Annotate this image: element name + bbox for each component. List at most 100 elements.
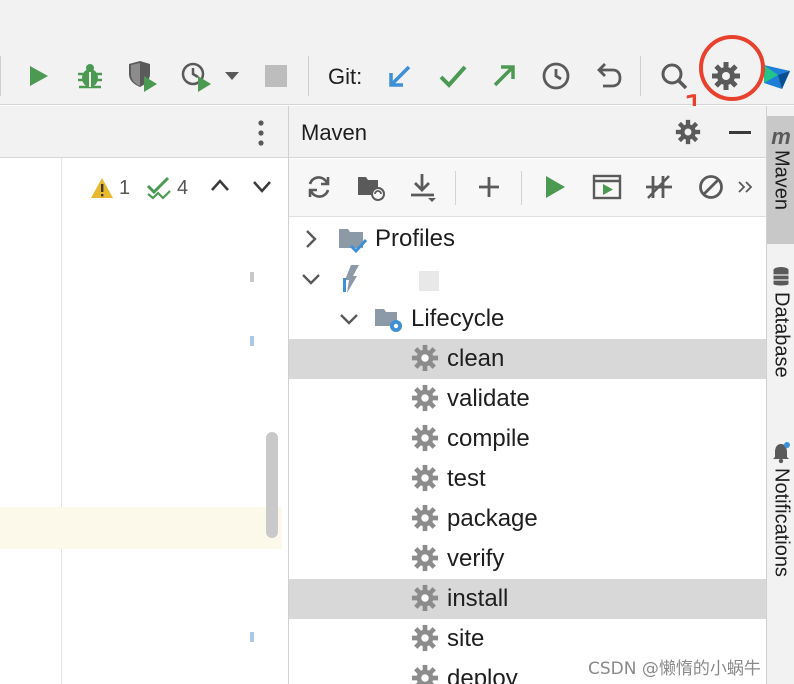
profiles-folder-icon — [339, 229, 367, 254]
editor-header — [0, 106, 288, 158]
tree-label-lifecycle: Lifecycle — [411, 305, 505, 332]
chevron-right-icon[interactable] — [299, 227, 323, 251]
maven-toolbar — [289, 159, 767, 217]
warning-icon — [91, 178, 113, 198]
tab-maven[interactable]: m Maven — [767, 116, 794, 244]
git-label: Git: — [328, 64, 363, 89]
phase-label: compile — [447, 425, 530, 452]
gear-icon — [411, 424, 441, 454]
gear-icon[interactable] — [675, 119, 701, 150]
tree-item-verify[interactable]: verify — [289, 539, 767, 579]
gear-icon — [411, 584, 441, 614]
warning-indicator[interactable]: 1 — [90, 174, 130, 202]
toolbar-separator — [0, 56, 1, 96]
phase-label: install — [447, 585, 509, 612]
gear-icon — [411, 664, 441, 684]
maven-m-icon: m — [771, 124, 791, 149]
tree-item-validate[interactable]: validate — [289, 379, 767, 419]
tree-label-profiles: Profiles — [375, 225, 456, 252]
editor-pane: 1 4 — [0, 106, 288, 684]
toggle-offline-icon[interactable] — [641, 169, 677, 205]
highlighted-line — [0, 507, 282, 549]
execute-goal-icon[interactable] — [589, 169, 625, 205]
download-icon[interactable] — [405, 169, 441, 205]
phase-label: test — [447, 465, 486, 492]
toolbar-separator — [640, 56, 641, 96]
tree-item-clean[interactable]: clean — [289, 339, 767, 379]
maven-title: Maven — [301, 120, 368, 145]
git-update-icon[interactable] — [382, 58, 418, 94]
tree-item-site[interactable]: site — [289, 619, 767, 659]
right-tool-strip: m Maven Database Notifications — [766, 106, 794, 684]
toolbar-separator — [308, 56, 309, 96]
chevron-down-icon[interactable] — [299, 267, 323, 291]
tree-item-project[interactable] — [289, 259, 767, 299]
tab-database[interactable]: Database — [767, 266, 794, 406]
gutter-divider — [61, 158, 62, 684]
stop-icon[interactable] — [258, 58, 294, 94]
phase-label: deploy — [447, 665, 518, 684]
run-maven-build-icon[interactable] — [537, 169, 573, 205]
gear-icon — [411, 624, 441, 654]
redacted-project-name — [419, 271, 439, 291]
history-icon[interactable] — [538, 58, 574, 94]
annotation-circle — [699, 35, 765, 101]
maven-header: Maven — [289, 106, 767, 158]
add-icon[interactable] — [471, 169, 507, 205]
phase-label: site — [447, 625, 485, 652]
git-commit-icon[interactable] — [435, 58, 471, 94]
tree-item-profiles[interactable]: Profiles — [289, 219, 767, 259]
warning-count: 1 — [119, 176, 131, 199]
scroll-marker — [250, 336, 254, 346]
reload-icon[interactable] — [301, 169, 337, 205]
check-count: 4 — [177, 176, 189, 199]
scroll-marker — [250, 272, 254, 282]
bell-icon — [773, 442, 790, 464]
gear-icon — [411, 384, 441, 414]
gear-icon — [411, 344, 441, 374]
toolbar-separator — [521, 171, 522, 205]
tree-item-compile[interactable]: compile — [289, 419, 767, 459]
database-icon — [773, 267, 789, 286]
more-tools-icon[interactable] — [733, 169, 757, 205]
toolbar-separator — [455, 171, 456, 205]
rollback-icon[interactable] — [590, 58, 626, 94]
minimize-icon[interactable] — [729, 131, 751, 134]
run-icon[interactable] — [20, 58, 56, 94]
generate-sources-icon[interactable] — [353, 169, 389, 205]
tab-label-notifications: Notifications — [770, 468, 793, 577]
chevron-up-icon[interactable] — [210, 178, 230, 197]
tree-item-test[interactable]: test — [289, 459, 767, 499]
phase-label: clean — [447, 345, 505, 372]
chevron-down-icon[interactable] — [252, 180, 272, 199]
phase-label: verify — [447, 545, 505, 572]
main-toolbar: Git: — [0, 0, 794, 128]
maven-panel: Maven Profiles Lifecycle clean validate … — [288, 106, 767, 684]
chevron-down-icon[interactable] — [337, 307, 361, 331]
tree-item-install[interactable]: install — [289, 579, 767, 619]
profile-icon[interactable] — [178, 58, 214, 94]
tab-notifications[interactable]: Notifications — [767, 442, 794, 622]
more-options-icon[interactable] — [258, 120, 264, 146]
scroll-marker — [250, 632, 254, 642]
jetbrains-logo-icon[interactable] — [760, 58, 794, 94]
coverage-icon[interactable] — [124, 58, 160, 94]
watermark: CSDN @懒惰的小蜗牛 — [588, 659, 761, 679]
gear-icon — [411, 544, 441, 574]
phase-label: package — [447, 505, 538, 532]
lifecycle-folder-icon — [375, 309, 402, 332]
debug-icon[interactable] — [72, 58, 108, 94]
gear-icon — [411, 504, 441, 534]
maven-project-icon — [343, 265, 359, 293]
tab-label-maven: Maven — [770, 150, 793, 211]
double-check-icon — [146, 176, 171, 200]
scrollbar-thumb[interactable] — [266, 432, 278, 538]
git-push-icon[interactable] — [486, 58, 522, 94]
skip-tests-icon[interactable] — [693, 169, 729, 205]
tab-label-database: Database — [770, 292, 793, 378]
tree-item-lifecycle[interactable]: Lifecycle — [289, 299, 767, 339]
dropdown-icon[interactable] — [214, 58, 250, 94]
check-indicator[interactable]: 4 — [146, 174, 188, 202]
tree-item-package[interactable]: package — [289, 499, 767, 539]
gear-icon — [411, 464, 441, 494]
